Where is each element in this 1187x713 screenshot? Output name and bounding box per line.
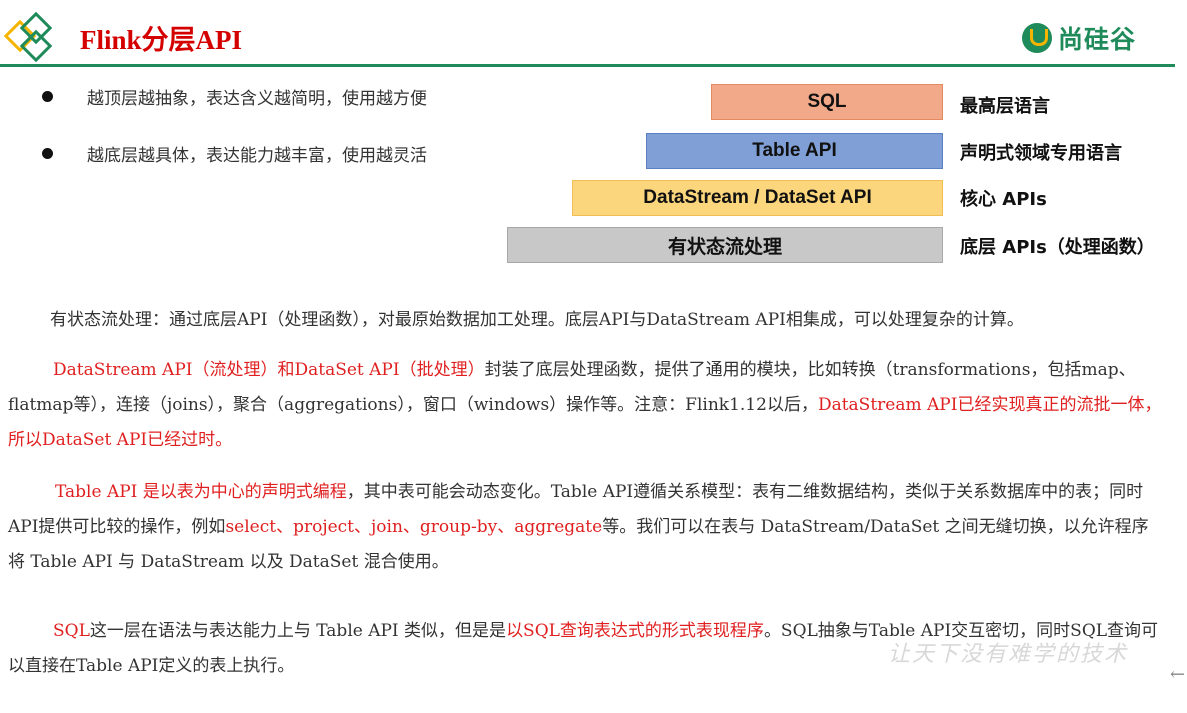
brand-mark-icon bbox=[1022, 23, 1052, 53]
bullet-dot-icon bbox=[42, 147, 53, 159]
paragraph-stateful: 有状态流处理：通过底层API（处理函数），对最原始数据加工处理。底层API与Da… bbox=[50, 310, 1024, 330]
highlight-text: DataStream API（流处理）和DataSet API（批处理） bbox=[53, 360, 485, 380]
bullet-item: 越底层越具体，表达能力越丰富，使用越灵活 bbox=[42, 141, 427, 166]
layer-stateful-processing: 有状态流处理 bbox=[507, 227, 943, 263]
back-arrow-icon[interactable]: ← bbox=[1170, 664, 1185, 685]
page-title: Flink分层API bbox=[80, 25, 243, 55]
highlight-text: select、project、join、group-by、aggregate bbox=[225, 517, 603, 537]
bullet-list: 越顶层越抽象，表达含义越简明，使用越方便 越底层越具体，表达能力越丰富，使用越灵… bbox=[42, 84, 427, 198]
watermark: 让天下没有难学的技术 bbox=[888, 642, 1129, 667]
bullet-dot-icon bbox=[42, 90, 53, 102]
body-text: 这一层在语法与表达能力上与 Table API 类似，但是是 bbox=[89, 621, 507, 641]
paragraph-datastream: DataStream API（流处理）和DataSet API（批处理）封装了底… bbox=[8, 353, 1163, 458]
layer-sql: SQL bbox=[711, 84, 943, 120]
layer-desc-stateful: 底层 APIs（处理函数） bbox=[960, 237, 1155, 258]
bullet-text: 越顶层越抽象，表达含义越简明，使用越方便 bbox=[87, 88, 427, 109]
layer-table-api: Table API bbox=[646, 133, 943, 169]
layer-desc-sql: 最高层语言 bbox=[960, 96, 1050, 117]
diamond-logo-icon bbox=[4, 12, 53, 62]
bullet-item: 越顶层越抽象，表达含义越简明，使用越方便 bbox=[42, 84, 427, 109]
highlight-text: Table API 是以表为中心的声明式编程 bbox=[55, 482, 347, 502]
layer-desc-table-api: 声明式领域专用语言 bbox=[960, 143, 1122, 164]
header-divider bbox=[0, 64, 1175, 67]
bullet-text: 越底层越具体，表达能力越丰富，使用越灵活 bbox=[87, 145, 427, 166]
brand-logo: 尚硅谷 bbox=[1022, 20, 1136, 56]
layer-desc-datastream: 核心 APIs bbox=[960, 189, 1047, 210]
highlight-text: SQL bbox=[53, 621, 90, 641]
highlight-text: 以SQL查询表达式的形式表现程序 bbox=[506, 621, 764, 641]
paragraph-table-api: Table API 是以表为中心的声明式编程，其中表可能会动态变化。Table … bbox=[8, 475, 1163, 580]
brand-name: 尚硅谷 bbox=[1058, 25, 1137, 54]
layer-datastream-api: DataStream / DataSet API bbox=[572, 180, 943, 216]
